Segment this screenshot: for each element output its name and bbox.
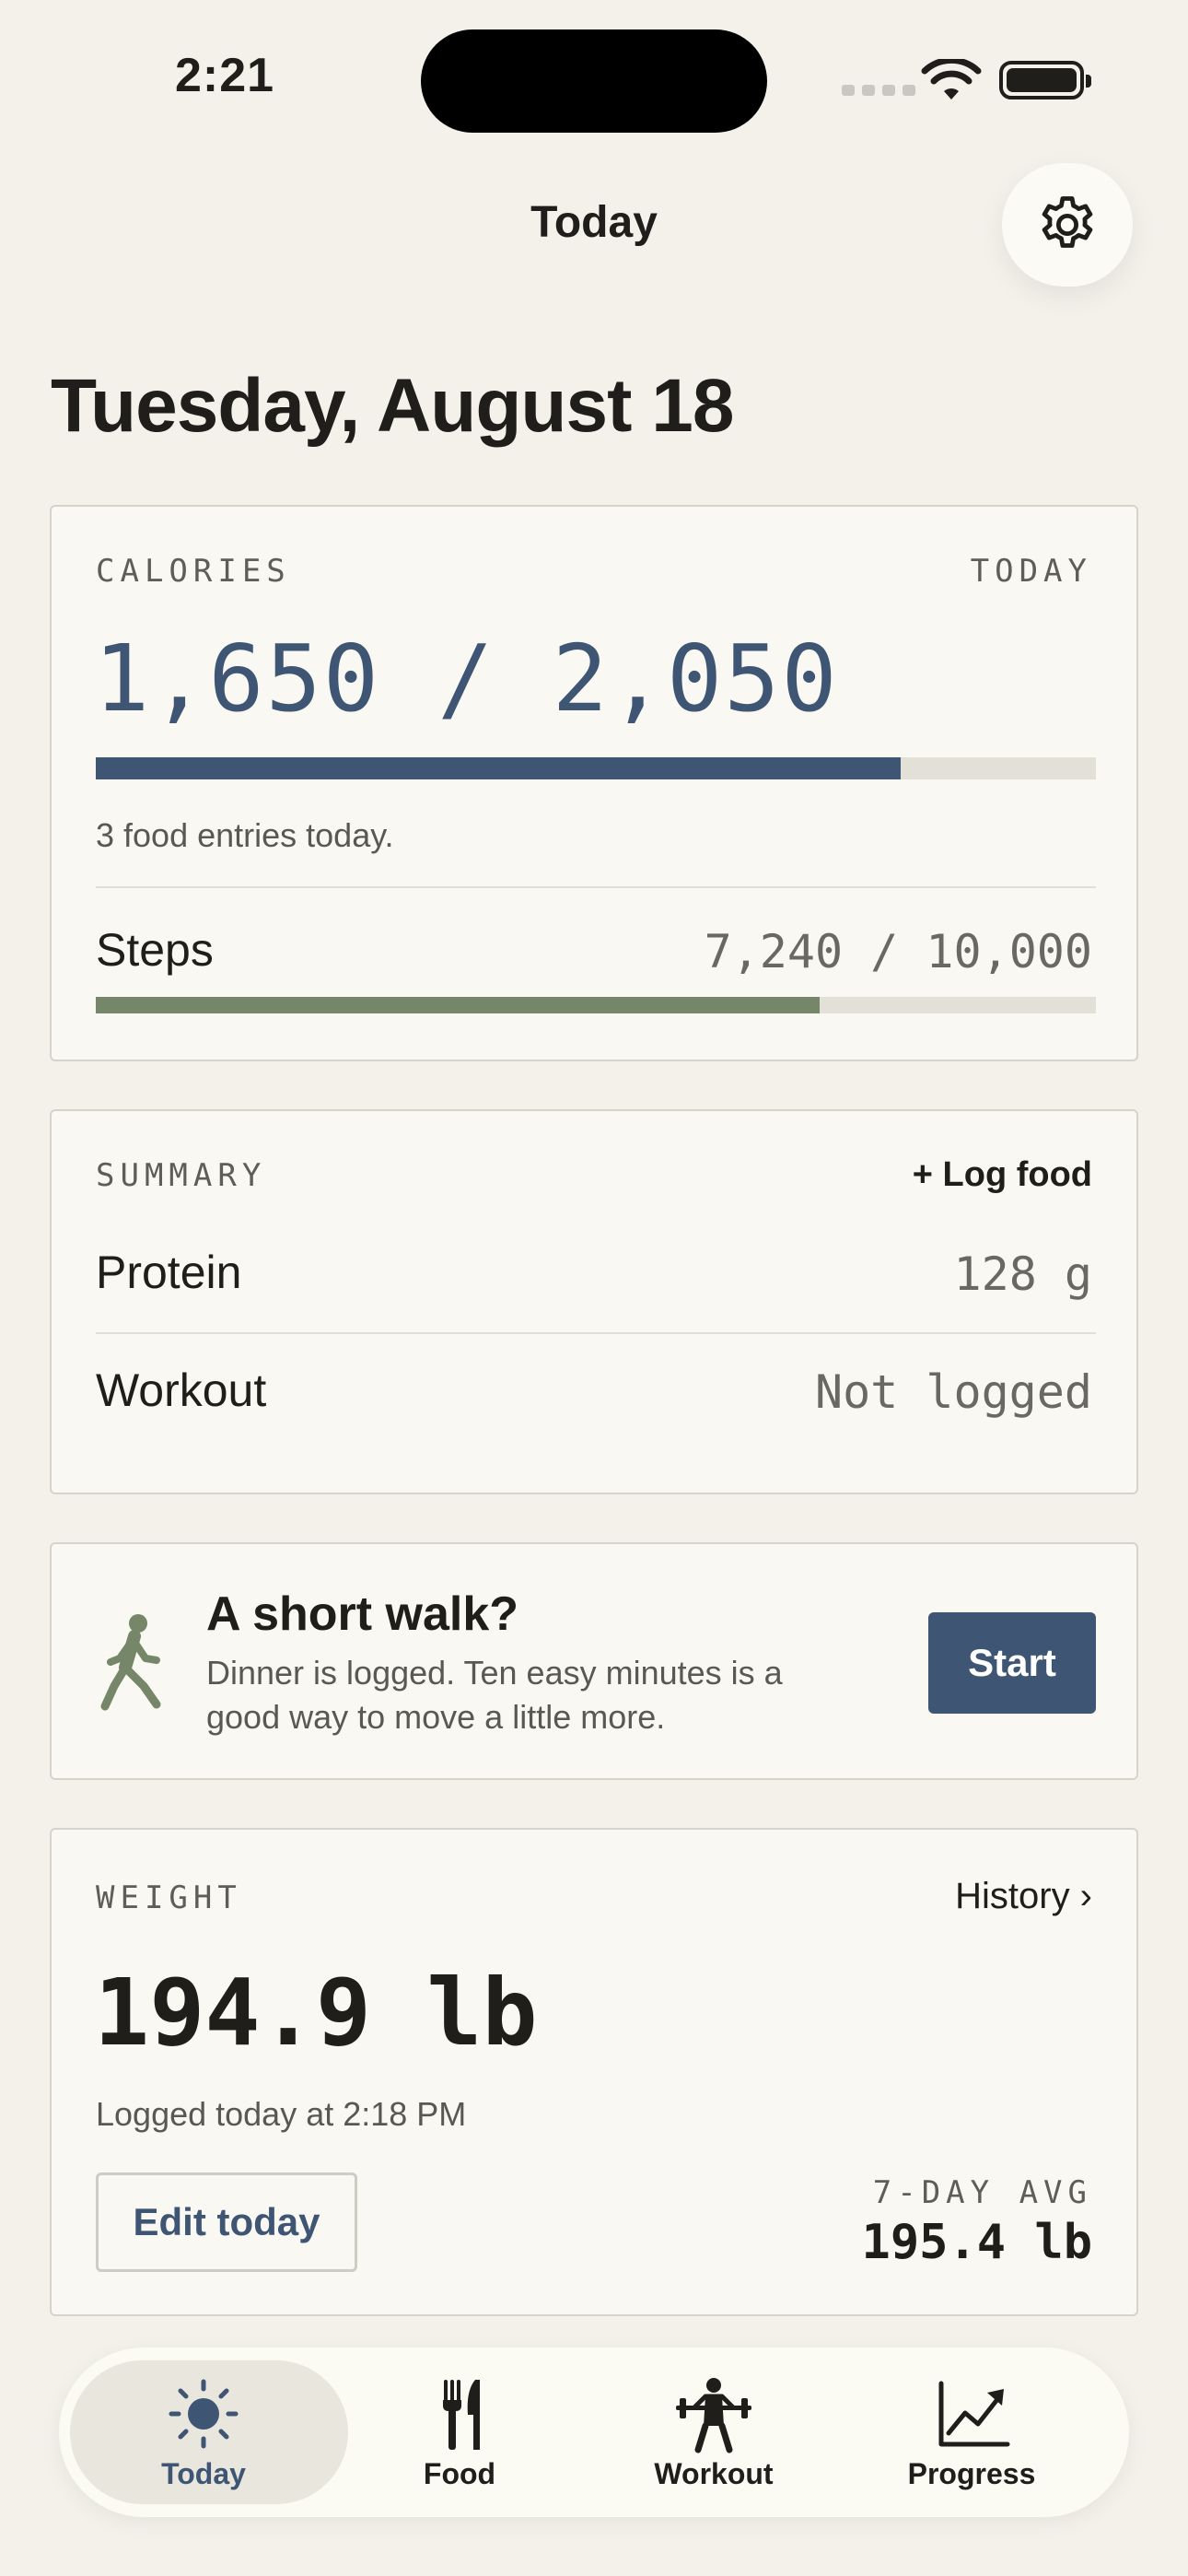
calories-progress-fill	[96, 757, 902, 779]
calories-value: 1,650 / 2,050	[94, 625, 839, 732]
weight-history-link[interactable]: History ›	[955, 1876, 1092, 1917]
workout-value: Not logged	[814, 1365, 1092, 1419]
chart-trend-icon	[938, 2381, 1010, 2446]
walk-description: Dinner is logged. Ten easy minutes is a …	[206, 1654, 783, 1736]
steps-progress-fill	[96, 997, 821, 1013]
workout-label: Workout	[96, 1364, 267, 1416]
weight-value: 194.9 lb	[94, 1959, 538, 2067]
edit-today-button[interactable]: Edit today	[96, 2172, 357, 2272]
wifi-icon	[921, 59, 982, 100]
settings-button[interactable]	[1002, 163, 1133, 287]
seven-day-avg-value: 195.4 lb	[861, 2215, 1092, 2270]
log-food-button[interactable]: + Log food	[913, 1155, 1092, 1195]
tab-bar: Today Food Workout Progress	[59, 2348, 1129, 2517]
walk-title: A short walk?	[206, 1587, 519, 1641]
seven-day-avg-label: 7-DAY AVG	[872, 2174, 1092, 2211]
food-entries-count: 3 food entries today.	[96, 816, 394, 854]
steps-value: 7,240 / 10,000	[704, 925, 1092, 978]
calories-card: CALORIES TODAY 1,650 / 2,050 3 food entr…	[50, 505, 1138, 1061]
tab-label: Progress	[907, 2456, 1036, 2490]
weight-logged-time: Logged today at 2:18 PM	[96, 2095, 467, 2133]
status-bar: 2:21	[0, 0, 1188, 157]
tab-workout[interactable]: Workout	[580, 2348, 847, 2517]
tab-label: Food	[423, 2456, 496, 2490]
steps-label: Steps	[96, 924, 214, 976]
divider	[96, 1332, 1096, 1334]
dynamic-island	[421, 29, 767, 133]
tab-food[interactable]: Food	[326, 2348, 593, 2517]
summary-eyebrow: SUMMARY	[96, 1157, 267, 1194]
fork-knife-icon	[443, 2379, 480, 2450]
gear-icon	[1042, 196, 1093, 248]
weightlifter-icon	[676, 2377, 751, 2453]
weight-eyebrow: WEIGHT	[96, 1879, 242, 1916]
walk-suggestion-card: A short walk? Dinner is logged. Ten easy…	[50, 1542, 1138, 1780]
calories-period: TODAY	[970, 553, 1092, 590]
start-walk-button[interactable]: Start	[928, 1612, 1096, 1714]
date-heading: Tuesday, August 18	[51, 364, 734, 448]
cellular-signal-icon	[842, 85, 915, 96]
battery-icon	[999, 61, 1091, 100]
calories-progress-bar	[96, 757, 1096, 779]
status-time: 2:21	[175, 49, 275, 102]
tab-today[interactable]: Today	[70, 2348, 348, 2517]
steps-progress-bar	[96, 997, 1096, 1013]
divider	[96, 886, 1096, 888]
sun-icon	[169, 2379, 239, 2448]
tab-label: Today	[161, 2456, 246, 2490]
summary-card: SUMMARY + Log food Protein 128 g Workout…	[50, 1109, 1138, 1494]
calories-eyebrow: CALORIES	[96, 553, 291, 590]
tab-label: Workout	[654, 2456, 774, 2490]
protein-value: 128 g	[953, 1247, 1092, 1301]
weight-card: WEIGHT History › 194.9 lb Logged today a…	[50, 1828, 1138, 2316]
walking-person-icon	[100, 1614, 161, 1711]
tab-progress[interactable]: Progress	[838, 2348, 1105, 2517]
protein-label: Protein	[96, 1247, 242, 1298]
